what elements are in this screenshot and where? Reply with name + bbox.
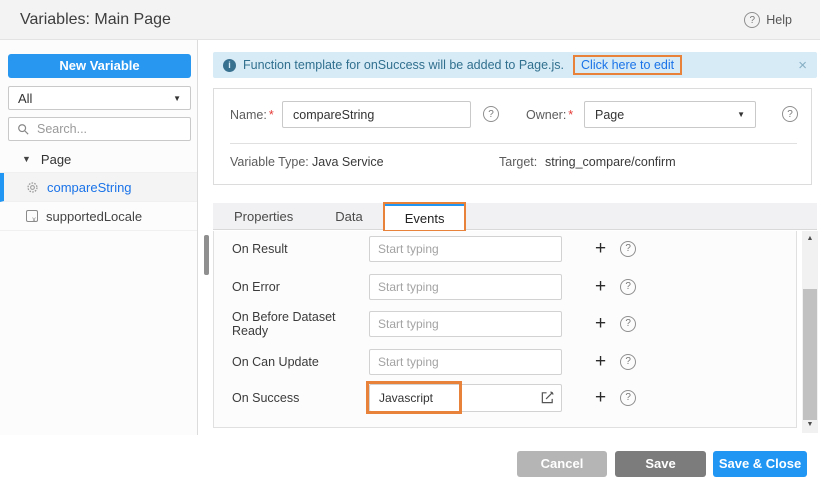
event-row-on-result: On Result + ? bbox=[232, 235, 636, 262]
event-row-on-before-dataset-ready: On Before Dataset Ready + ? bbox=[232, 310, 636, 337]
tree-item-comparestring[interactable]: compareString bbox=[0, 173, 197, 202]
event-label: On Can Update bbox=[232, 355, 369, 369]
help-icon: ? bbox=[744, 12, 760, 28]
event-row-on-success: On Success Javascript + ? bbox=[232, 383, 636, 412]
gear-icon bbox=[26, 181, 39, 194]
event-label: On Result bbox=[232, 242, 369, 256]
on-error-input[interactable] bbox=[369, 274, 562, 300]
click-here-to-edit-link[interactable]: Click here to edit bbox=[573, 55, 682, 75]
tree-item-label: supportedLocale bbox=[46, 209, 142, 224]
panel-scrollbar-thumb[interactable] bbox=[204, 235, 209, 275]
add-handler-icon[interactable]: + bbox=[595, 239, 606, 258]
owner-value: Page bbox=[595, 108, 624, 122]
banner-message: Function template for onSuccess will be … bbox=[243, 58, 564, 72]
target-label: Target: bbox=[499, 155, 537, 169]
events-scrollbar[interactable]: ▲ ▼ bbox=[802, 231, 818, 433]
dialog-header: Variables: Main Page ? Help bbox=[0, 0, 820, 40]
help-label: Help bbox=[766, 13, 792, 27]
on-success-value: Javascript bbox=[379, 391, 433, 405]
variables-sidebar: New Variable All ▼ ▼ Page compareString … bbox=[0, 40, 198, 435]
tree-item-label: compareString bbox=[47, 180, 132, 195]
scroll-down-icon[interactable]: ▼ bbox=[802, 419, 818, 431]
tree-node-page[interactable]: ▼ Page bbox=[0, 146, 197, 173]
new-variable-button[interactable]: New Variable bbox=[8, 54, 191, 78]
search-icon bbox=[17, 123, 29, 135]
add-handler-icon[interactable]: + bbox=[595, 277, 606, 296]
scroll-up-icon[interactable]: ▲ bbox=[802, 233, 818, 245]
add-handler-icon[interactable]: + bbox=[595, 314, 606, 333]
target-value: string_compare/confirm bbox=[545, 155, 676, 169]
event-row-on-can-update: On Can Update + ? bbox=[232, 348, 636, 375]
add-handler-icon[interactable]: + bbox=[595, 352, 606, 371]
name-help-icon[interactable]: ? bbox=[483, 106, 499, 122]
save-button[interactable]: Save bbox=[615, 451, 706, 477]
info-icon: i bbox=[223, 59, 236, 72]
page-title: Variables: Main Page bbox=[20, 11, 171, 29]
name-input[interactable] bbox=[282, 101, 471, 128]
variable-summary-card: Name:* ? Owner:* Page ▼ ? Variable Type:… bbox=[213, 88, 812, 185]
variables-dialog: Variables: Main Page ? Help New Variable… bbox=[0, 0, 820, 489]
event-help-icon[interactable]: ? bbox=[620, 354, 636, 370]
event-label: On Success bbox=[232, 391, 369, 405]
cancel-button[interactable]: Cancel bbox=[517, 451, 607, 477]
event-label: On Error bbox=[232, 280, 369, 294]
scrollbar-thumb[interactable] bbox=[803, 289, 817, 420]
event-label: On Before Dataset Ready bbox=[232, 310, 369, 338]
event-help-icon[interactable]: ? bbox=[620, 241, 636, 257]
name-label: Name:* bbox=[230, 108, 274, 122]
events-panel: On Result + ? On Error + ? On Before Dat… bbox=[213, 231, 797, 428]
owner-help-icon[interactable]: ? bbox=[782, 106, 798, 122]
filter-value: All bbox=[18, 91, 32, 106]
edit-script-button[interactable] bbox=[540, 390, 555, 405]
on-before-dataset-ready-input[interactable] bbox=[369, 311, 562, 337]
search-input[interactable] bbox=[35, 121, 175, 137]
edit-icon bbox=[540, 390, 555, 405]
event-help-icon[interactable]: ? bbox=[620, 390, 636, 406]
save-and-close-button[interactable]: Save & Close bbox=[713, 451, 807, 477]
chevron-down-icon: ▼ bbox=[737, 110, 745, 119]
close-icon[interactable]: × bbox=[798, 57, 807, 74]
on-can-update-input[interactable] bbox=[369, 349, 562, 375]
variable-tree: ▼ Page compareString x supportedLocale bbox=[0, 146, 197, 231]
tab-bar: Properties Data Events bbox=[213, 203, 817, 230]
info-banner: i Function template for onSuccess will b… bbox=[213, 52, 817, 78]
variable-type-value: Java Service bbox=[312, 155, 384, 169]
owner-select[interactable]: Page ▼ bbox=[584, 101, 756, 128]
tab-data[interactable]: Data bbox=[314, 203, 383, 230]
chevron-down-icon: ▼ bbox=[173, 94, 181, 103]
required-marker: * bbox=[568, 108, 573, 122]
event-row-on-error: On Error + ? bbox=[232, 273, 636, 300]
on-success-field[interactable]: Javascript bbox=[369, 384, 562, 412]
variable-type-label: Variable Type: bbox=[230, 155, 309, 169]
tab-events[interactable]: Events bbox=[384, 203, 466, 231]
owner-label: Owner:* bbox=[526, 108, 573, 122]
tree-collapse-icon: ▼ bbox=[22, 154, 31, 164]
event-help-icon[interactable]: ? bbox=[620, 316, 636, 332]
on-result-input[interactable] bbox=[369, 236, 562, 262]
search-box bbox=[8, 117, 191, 141]
required-marker: * bbox=[269, 108, 274, 122]
add-handler-icon[interactable]: + bbox=[595, 388, 606, 407]
tree-item-supportedlocale[interactable]: x supportedLocale bbox=[0, 202, 197, 231]
tree-root-label: Page bbox=[41, 152, 71, 167]
help-button[interactable]: ? Help bbox=[744, 12, 792, 28]
variable-filter-select[interactable]: All ▼ bbox=[8, 86, 191, 110]
divider bbox=[230, 143, 797, 144]
tab-properties[interactable]: Properties bbox=[213, 203, 314, 230]
locale-icon: x bbox=[26, 210, 38, 222]
event-help-icon[interactable]: ? bbox=[620, 279, 636, 295]
